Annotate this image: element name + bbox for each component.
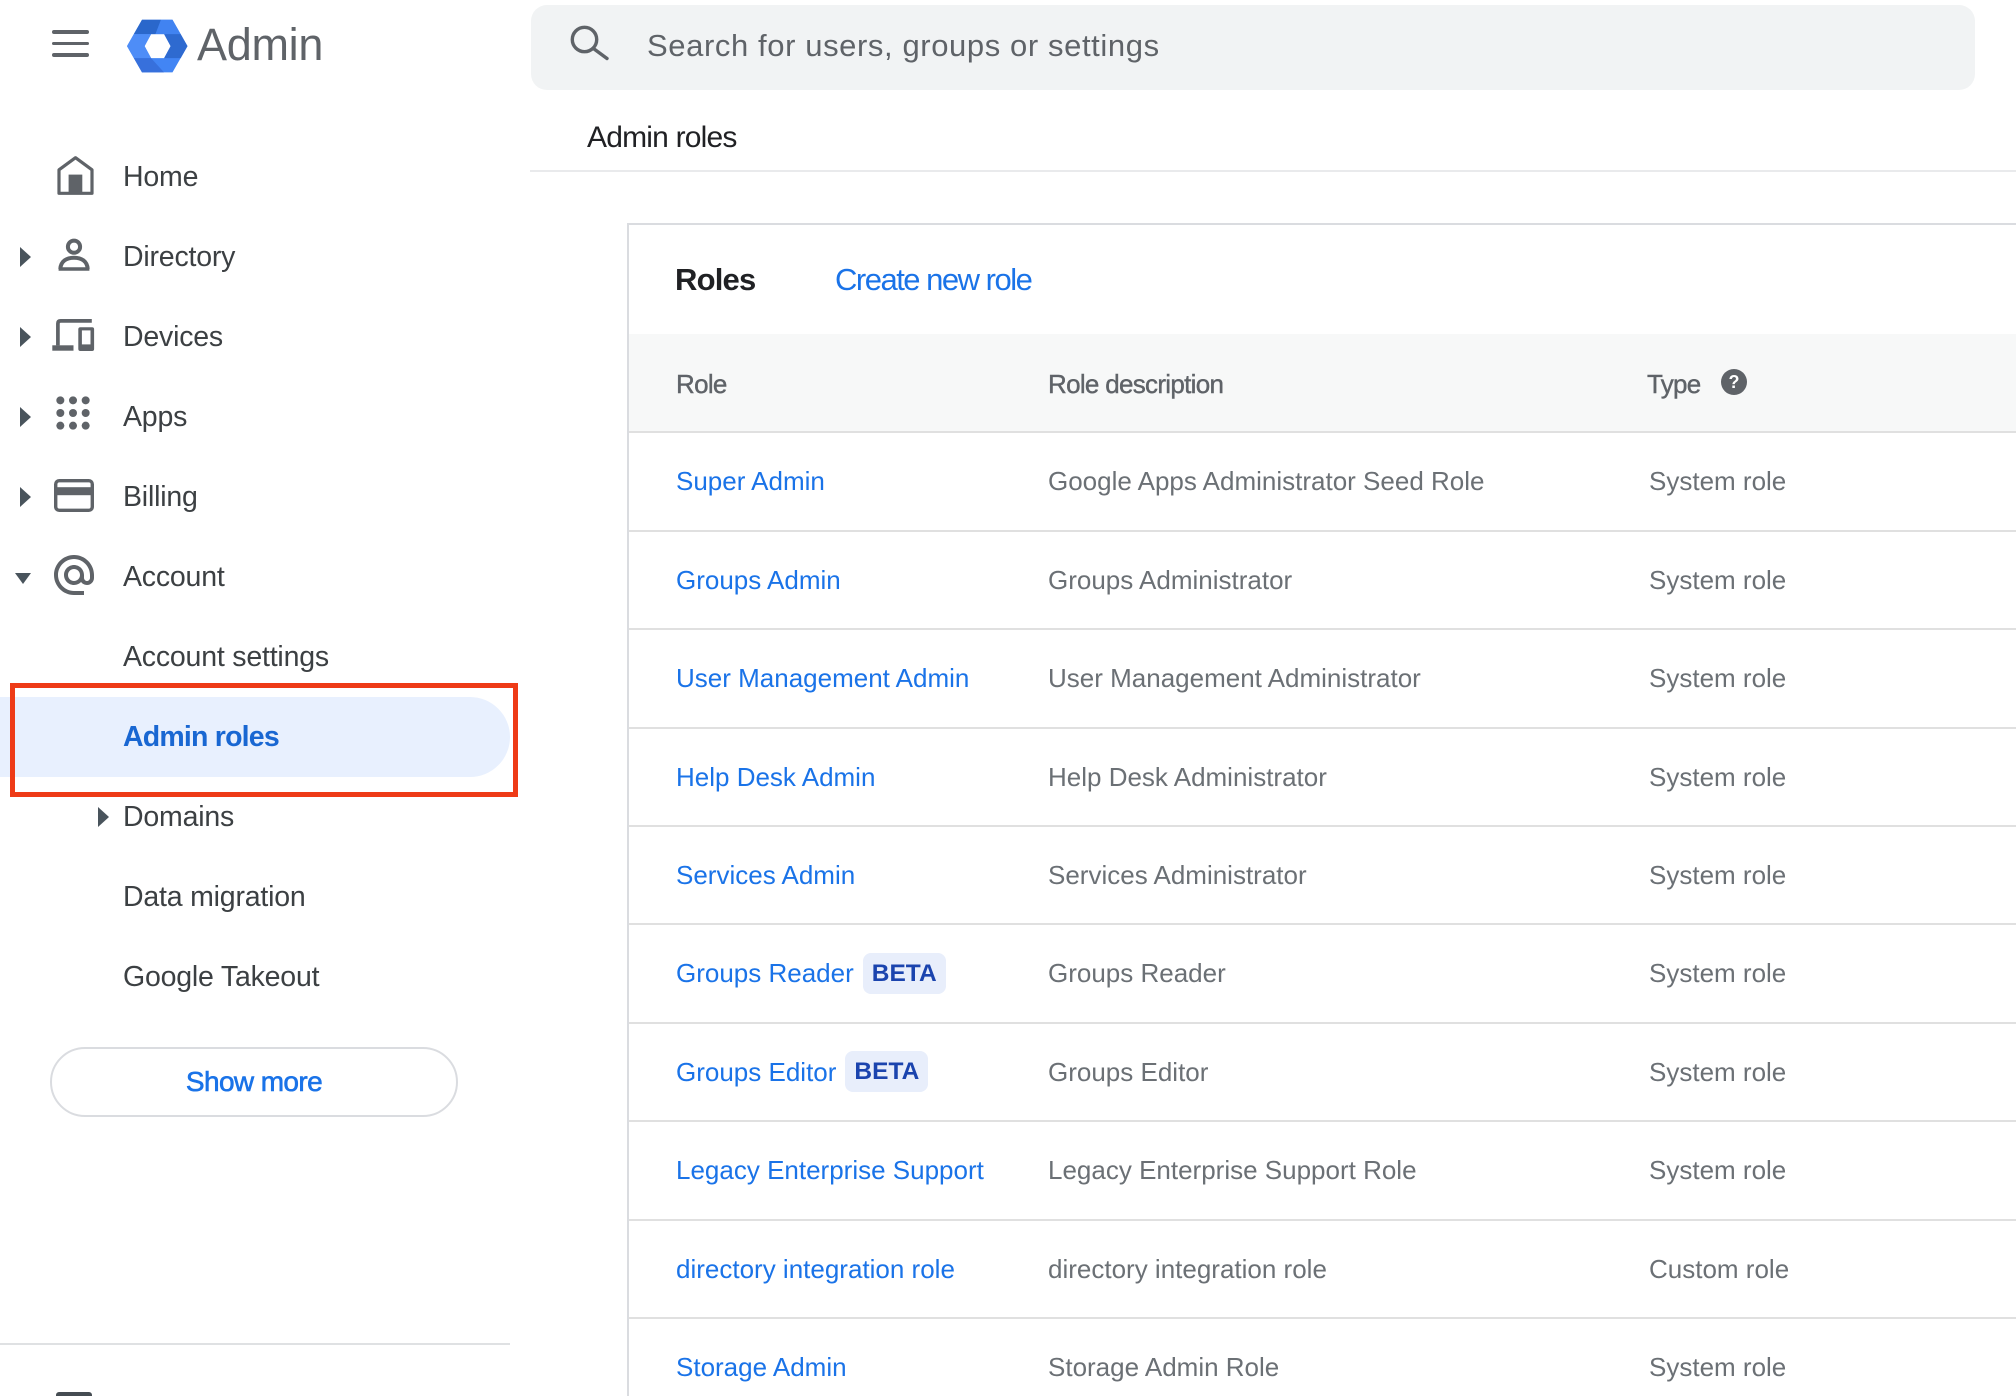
- svg-text:?: ?: [1729, 372, 1740, 392]
